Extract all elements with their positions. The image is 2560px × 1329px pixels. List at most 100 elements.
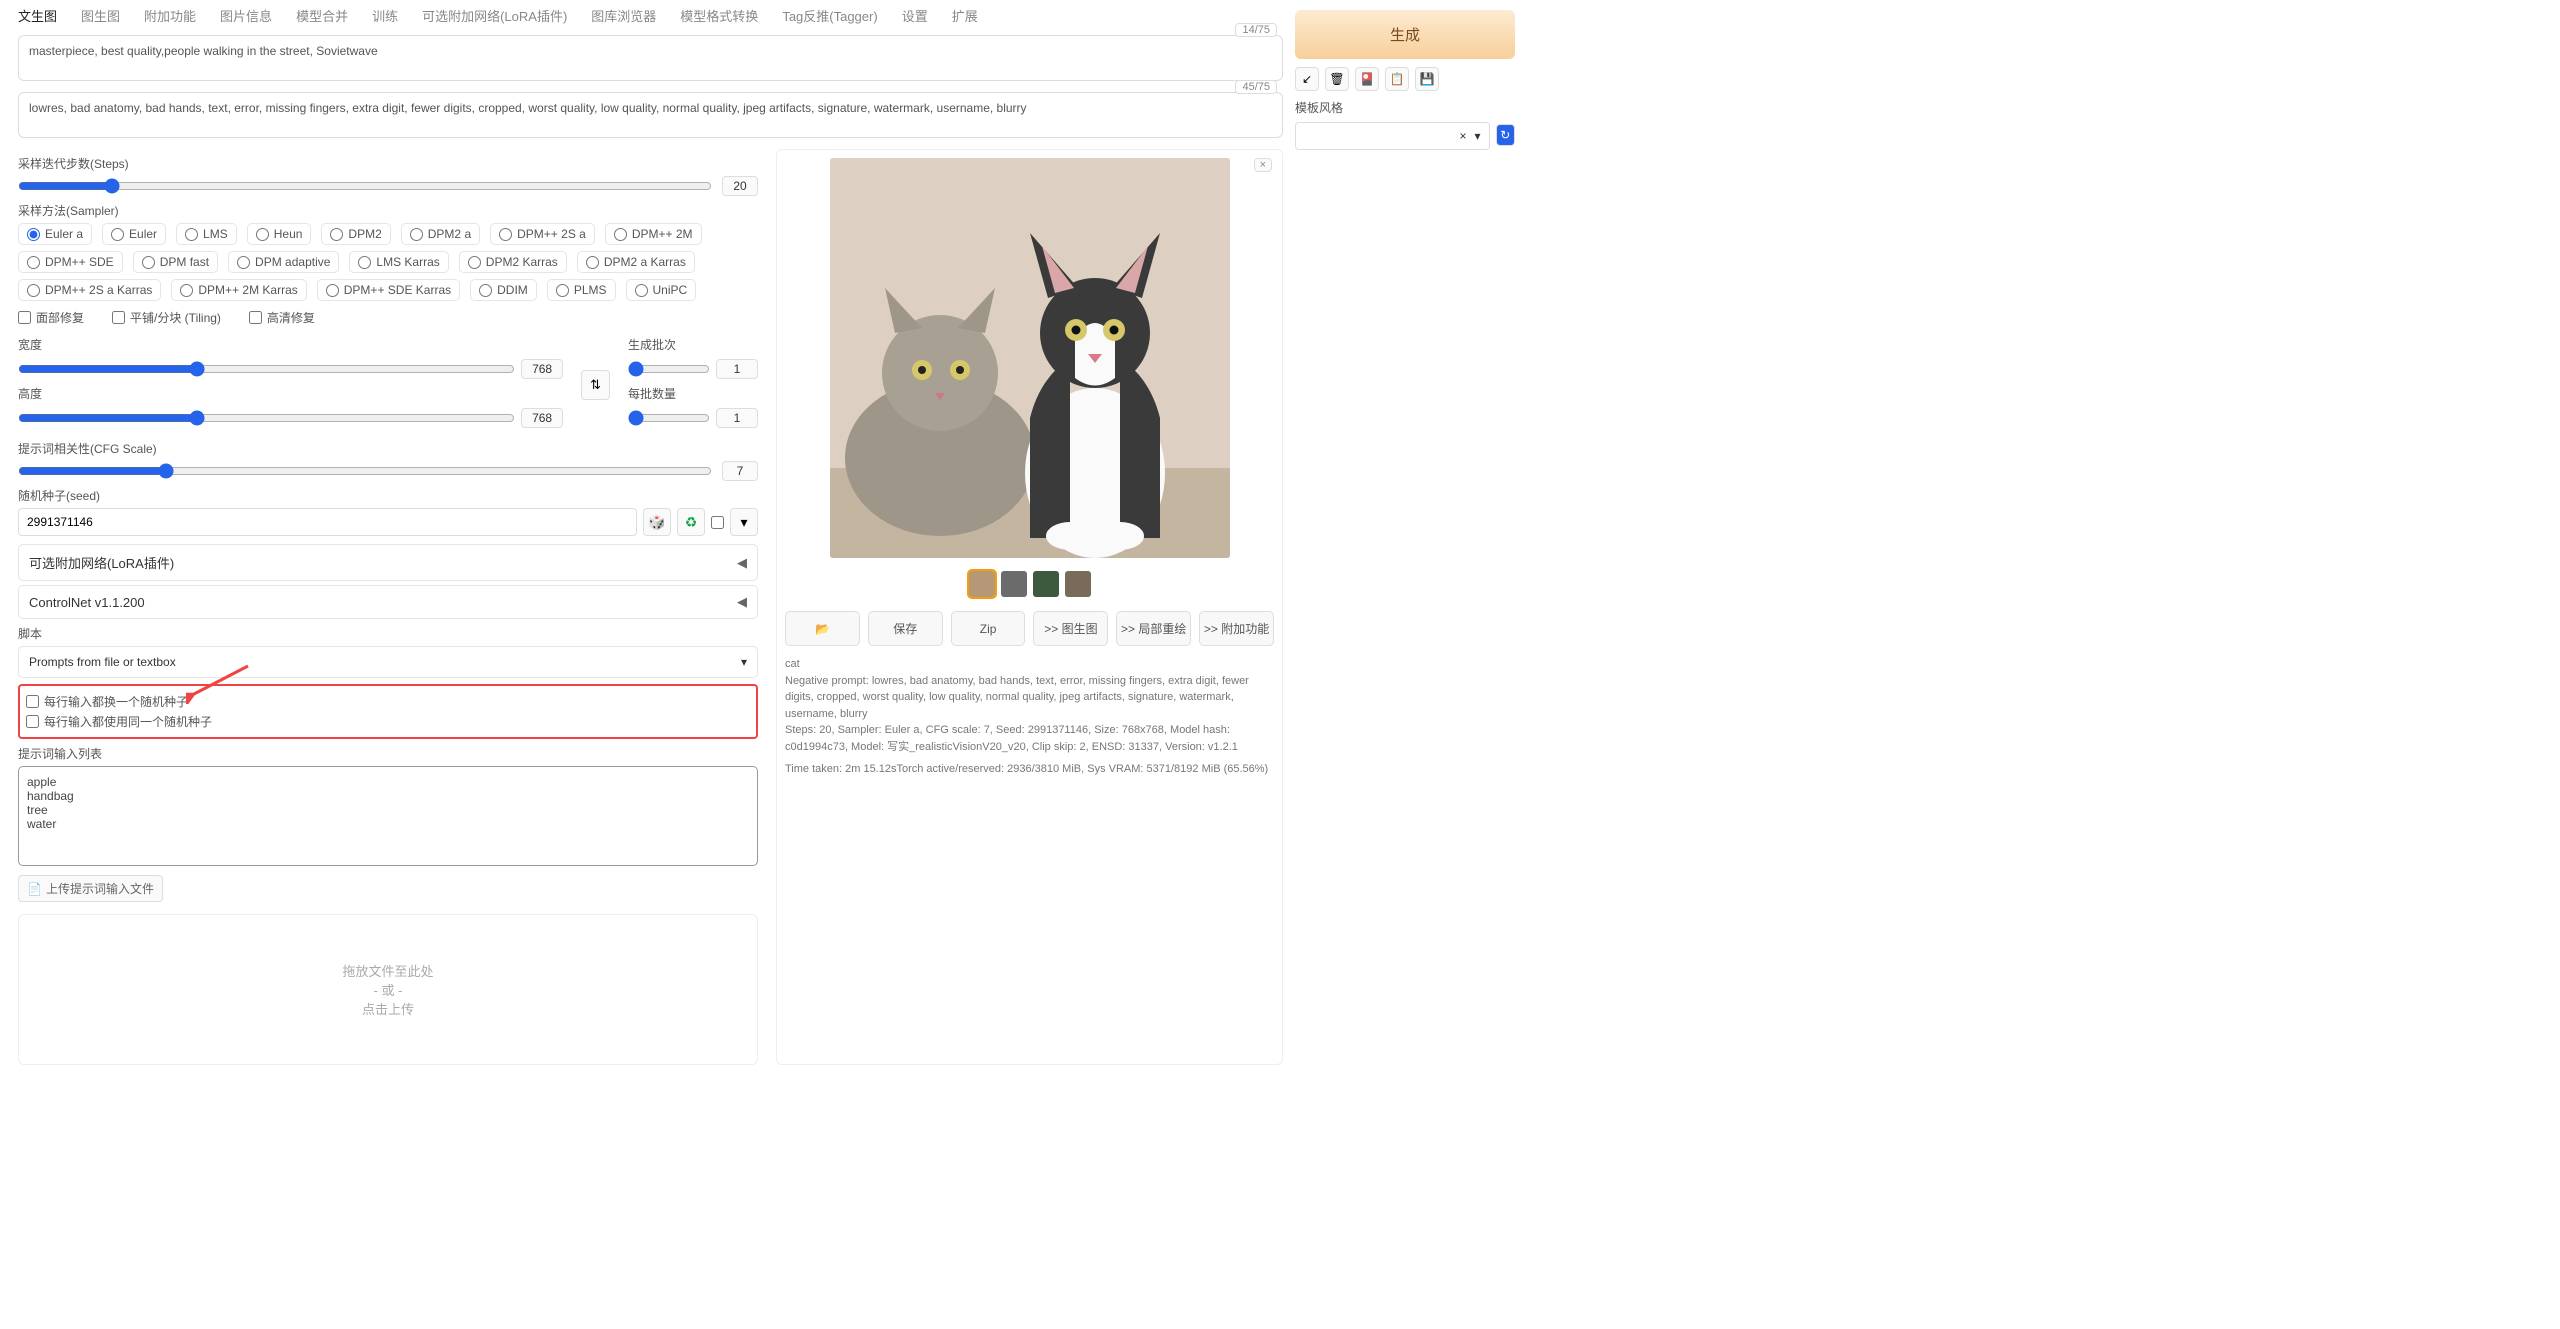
style-label: 模板风格 <box>1295 99 1515 116</box>
refresh-styles-button[interactable]: ↻ <box>1496 124 1515 146</box>
iterate-seed-check[interactable]: 每行输入都换一个随机种子 <box>26 693 750 710</box>
seed-extra-check[interactable] <box>711 508 724 536</box>
chevron-left-icon: ◀ <box>737 594 747 610</box>
height-slider[interactable] <box>18 410 515 426</box>
sampler-dpm-2m[interactable]: DPM++ 2M <box>605 223 702 245</box>
sampler-dpm-2s-a[interactable]: DPM++ 2S a <box>490 223 595 245</box>
tab-merge[interactable]: 模型合并 <box>296 6 348 25</box>
steps-slider[interactable] <box>18 178 712 194</box>
sampler-euler-a[interactable]: Euler a <box>18 223 92 245</box>
sampler-plms[interactable]: PLMS <box>547 279 616 301</box>
seed-dropdown-button[interactable]: ▾ <box>730 508 758 536</box>
sampler-dpm-adaptive[interactable]: DPM adaptive <box>228 251 339 273</box>
sampler-dpm2-a-karras[interactable]: DPM2 a Karras <box>577 251 695 273</box>
save-button[interactable]: 保存 <box>868 611 943 646</box>
hires-check[interactable]: 高清修复 <box>249 309 315 326</box>
save-style-icon[interactable]: 💾 <box>1415 67 1439 91</box>
clear-icon[interactable]: 🗑 <box>1325 67 1349 91</box>
height-value[interactable]: 768 <box>521 408 563 428</box>
style-select[interactable]: ×▾ <box>1295 122 1490 150</box>
sampler-dpm2-karras[interactable]: DPM2 Karras <box>459 251 567 273</box>
swap-dims-button[interactable]: ⇅ <box>581 370 610 400</box>
sampler-group: Euler a Euler LMS Heun DPM2 DPM2 a DPM++ 2S a D… <box>18 223 758 301</box>
tiling-check[interactable]: 平铺/分块 (Tiling) <box>112 309 221 326</box>
tab-convert[interactable]: 模型格式转换 <box>680 6 758 25</box>
width-slider[interactable] <box>18 361 515 377</box>
negprompt-input[interactable]: lowres, bad anatomy, bad hands, text, er… <box>18 92 1283 138</box>
upload-prompts-button[interactable]: 📄 上传提示词输入文件 <box>18 875 163 902</box>
thumb-3[interactable] <box>1033 571 1059 597</box>
sampler-euler[interactable]: Euler <box>102 223 166 245</box>
sampler-ddim[interactable]: DDIM <box>470 279 537 301</box>
promptlist-label: 提示词输入列表 <box>18 745 758 762</box>
generate-button[interactable]: 生成 <box>1295 10 1515 59</box>
clear-style-icon[interactable]: × <box>1459 129 1466 143</box>
sampler-lms[interactable]: LMS <box>176 223 237 245</box>
batch-size-label: 每批数量 <box>628 385 758 402</box>
cfg-value[interactable]: 7 <box>722 461 758 481</box>
sampler-dpm-2s-a-karras[interactable]: DPM++ 2S a Karras <box>18 279 161 301</box>
tab-extras[interactable]: 附加功能 <box>144 6 196 25</box>
close-gallery-button[interactable]: × <box>1254 158 1272 172</box>
seed-dice-button[interactable]: 🎲 <box>643 508 671 536</box>
chevron-down-icon: ▾ <box>1474 129 1480 143</box>
height-label: 高度 <box>18 385 158 402</box>
batch-size-slider[interactable] <box>628 410 710 426</box>
clipboard-icon[interactable]: 📋 <box>1385 67 1409 91</box>
zip-button[interactable]: Zip <box>951 611 1026 646</box>
script-select[interactable]: Prompts from file or textbox▾ <box>18 646 758 678</box>
batch-count-value[interactable]: 1 <box>716 359 758 379</box>
sampler-label: 采样方法(Sampler) <box>18 202 758 219</box>
chevron-left-icon: ◀ <box>737 555 747 571</box>
tab-tagger[interactable]: Tag反推(Tagger) <box>782 6 877 25</box>
accordion-lora[interactable]: 可选附加网络(LoRA插件)◀ <box>18 544 758 581</box>
cfg-slider[interactable] <box>18 463 712 479</box>
batch-count-label: 生成批次 <box>628 336 758 353</box>
sampler-dpm-sde-karras[interactable]: DPM++ SDE Karras <box>317 279 460 301</box>
seed-input[interactable] <box>18 508 637 536</box>
steps-label: 采样迭代步数(Steps) <box>18 155 758 172</box>
batch-count-slider[interactable] <box>628 361 710 377</box>
tab-browser[interactable]: 图库浏览器 <box>591 6 656 25</box>
negprompt-counter: 45/75 <box>1235 80 1277 94</box>
sampler-dpm2-a[interactable]: DPM2 a <box>401 223 480 245</box>
sampler-dpm-2m-karras[interactable]: DPM++ 2M Karras <box>171 279 306 301</box>
seed-recycle-button[interactable]: ♻ <box>677 508 705 536</box>
sampler-lms-karras[interactable]: LMS Karras <box>349 251 448 273</box>
tab-train[interactable]: 训练 <box>372 6 398 25</box>
tab-lora[interactable]: 可选附加网络(LoRA插件) <box>422 6 567 25</box>
tab-pnginfo[interactable]: 图片信息 <box>220 6 272 25</box>
arrow-icon[interactable]: ↙ <box>1295 67 1319 91</box>
send-img2img-button[interactable]: >> 图生图 <box>1033 611 1108 646</box>
send-inpaint-button[interactable]: >> 局部重绘 <box>1116 611 1191 646</box>
same-seed-check[interactable]: 每行输入都使用同一个随机种子 <box>26 713 750 730</box>
thumbnail-row <box>785 571 1274 597</box>
thumb-4[interactable] <box>1065 571 1091 597</box>
file-dropzone[interactable]: 拖放文件至此处 - 或 - 点击上传 <box>18 914 758 1065</box>
cfg-label: 提示词相关性(CFG Scale) <box>18 440 758 457</box>
sampler-unipc[interactable]: UniPC <box>626 279 697 301</box>
open-folder-button[interactable]: 📂 <box>785 611 860 646</box>
accordion-controlnet[interactable]: ControlNet v1.1.200◀ <box>18 585 758 619</box>
sampler-dpm-fast[interactable]: DPM fast <box>133 251 218 273</box>
sampler-heun[interactable]: Heun <box>247 223 312 245</box>
tab-ext[interactable]: 扩展 <box>952 6 978 25</box>
steps-value[interactable]: 20 <box>722 176 758 196</box>
face-fix-check[interactable]: 面部修复 <box>18 309 84 326</box>
tab-settings[interactable]: 设置 <box>902 6 928 25</box>
thumb-2[interactable] <box>1001 571 1027 597</box>
width-value[interactable]: 768 <box>521 359 563 379</box>
promptlist-input[interactable]: apple handbag tree water <box>18 766 758 866</box>
send-extras-button[interactable]: >> 附加功能 <box>1199 611 1274 646</box>
highlighted-options: 每行输入都换一个随机种子 每行输入都使用同一个随机种子 <box>18 684 758 739</box>
sampler-dpm-sde[interactable]: DPM++ SDE <box>18 251 123 273</box>
thumb-1[interactable] <box>969 571 995 597</box>
tab-txt2img[interactable]: 文生图 <box>18 6 57 25</box>
batch-size-value[interactable]: 1 <box>716 408 758 428</box>
extra-networks-icon[interactable]: 🎴 <box>1355 67 1379 91</box>
chevron-down-icon: ▾ <box>741 655 747 669</box>
tab-img2img[interactable]: 图生图 <box>81 6 120 25</box>
sampler-dpm2[interactable]: DPM2 <box>321 223 390 245</box>
prompt-input[interactable]: masterpiece, best quality,people walking… <box>18 35 1283 81</box>
output-image[interactable] <box>830 158 1230 558</box>
